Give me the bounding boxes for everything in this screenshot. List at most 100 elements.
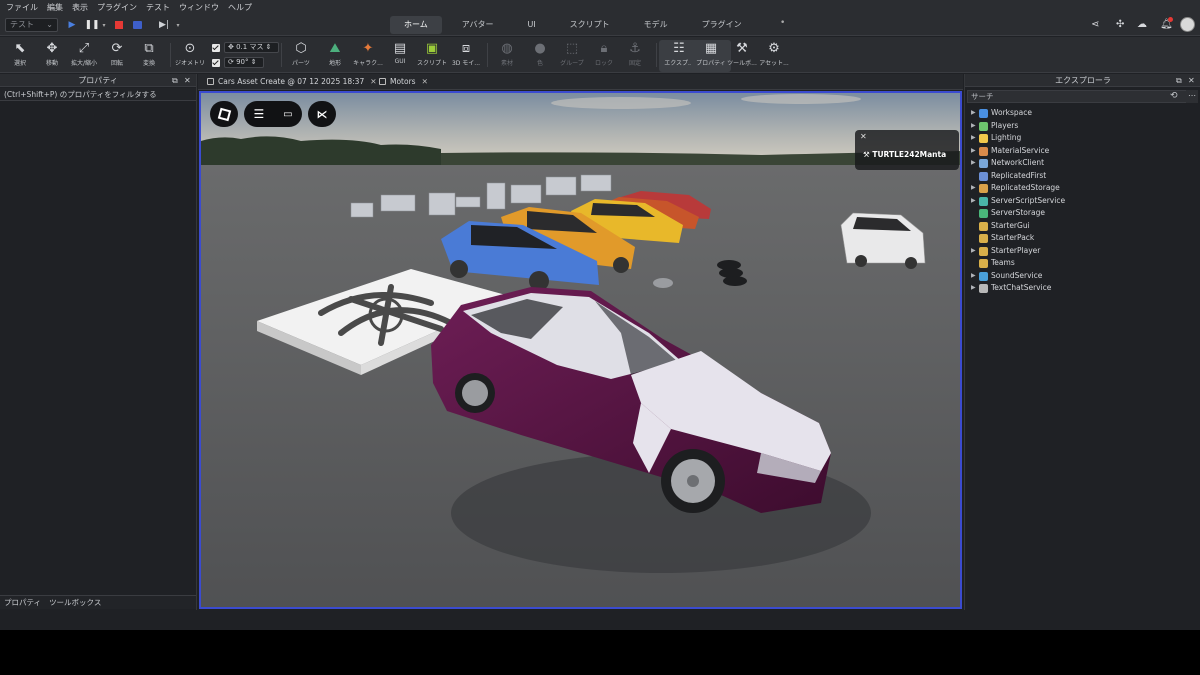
tab-toolbox[interactable]: ツールボックス [45, 596, 105, 609]
expand-arrow-icon[interactable]: ▶ [971, 282, 976, 295]
rotate-snap-value: 90° [236, 58, 249, 66]
tree-item-label: Workspace [991, 108, 1032, 117]
stop-icon[interactable] [113, 19, 125, 31]
geometry-icon: ⊙ [184, 41, 196, 56]
asset-icon: ⚙ [768, 41, 780, 56]
step-icon[interactable]: ▶| [158, 19, 170, 31]
notification-badge [1168, 17, 1173, 22]
menu-chat-buttons: ☰ ▭ [244, 101, 302, 127]
hamburger-icon[interactable]: ☰ [253, 107, 264, 121]
menu-test[interactable]: テスト [146, 2, 170, 13]
close-icon[interactable]: ✕ [860, 132, 867, 141]
tab-script[interactable]: スクリプト [556, 16, 624, 34]
popout-icon[interactable]: ⧉ [1176, 74, 1182, 87]
voice-button[interactable]: ⋉ [308, 101, 336, 127]
tree-item-serverstorage[interactable]: ServerStorage [965, 207, 1200, 220]
expand-arrow-icon[interactable]: ▶ [971, 182, 976, 195]
cloud-icon[interactable]: ☁ [1137, 19, 1147, 30]
menu-file[interactable]: ファイル [6, 2, 38, 13]
expand-arrow-icon[interactable]: ▶ [971, 120, 976, 133]
tree-item-startergui[interactable]: StarterGui [965, 220, 1200, 233]
tab-avatar[interactable]: アバター [448, 16, 508, 34]
play-icon[interactable]: ▶ [66, 19, 78, 31]
rotate-snap-checkbox[interactable] [212, 58, 220, 67]
tree-item-label: ServerStorage [991, 208, 1045, 217]
tab-model[interactable]: モデル [630, 16, 682, 34]
move-snap-value: 0.1 マス [236, 43, 264, 51]
anchor-button[interactable]: ⚓︎ 固定 [615, 40, 655, 72]
tree-item-textchatservice[interactable]: ▶ TextChatService [965, 282, 1200, 295]
3d-model-button[interactable]: ⧈ 3D モイ... [446, 40, 486, 72]
tree-item-serverscriptservice[interactable]: ▶ ServerScriptService [965, 195, 1200, 208]
tab-home[interactable]: ホーム [390, 16, 442, 34]
history-icon[interactable]: ⟲ [1170, 91, 1178, 101]
close-icon[interactable]: ✕ [422, 77, 428, 86]
roblox-menu-button[interactable] [210, 101, 238, 127]
rotate-snap-field[interactable]: ⟳ 90° ⇕ [224, 57, 264, 68]
expand-arrow-icon[interactable]: ▶ [971, 107, 976, 120]
share-icon[interactable]: ⋖ [1091, 19, 1099, 30]
menu-window[interactable]: ウィンドウ [179, 2, 219, 13]
expand-arrow-icon[interactable]: ▶ [971, 157, 976, 170]
service-icon [979, 221, 988, 231]
collaborate-icon[interactable]: ✣ [1116, 19, 1124, 30]
script-icon [379, 78, 386, 85]
tree-item-workspace[interactable]: ▶ Workspace [965, 107, 1200, 120]
menu-view[interactable]: 表示 [72, 2, 88, 13]
avatar[interactable] [1180, 17, 1195, 32]
close-icon[interactable]: ✕ [184, 74, 191, 87]
tree-item-starterpack[interactable]: StarterPack [965, 232, 1200, 245]
rotate-snap-control[interactable]: ⟳ 90° ⇕ [212, 57, 264, 68]
chat-icon[interactable]: ▭ [283, 109, 292, 120]
tree-item-starterplayer[interactable]: ▶ StarterPlayer [965, 245, 1200, 258]
chevron-down-icon[interactable]: ▾ [98, 19, 110, 31]
service-icon [979, 234, 988, 243]
tree-item-materialservice[interactable]: ▶ MaterialService [965, 145, 1200, 158]
add-tab-icon[interactable]: • [780, 18, 785, 28]
doc-tab-motors[interactable]: Motors ✕ [376, 74, 428, 90]
test-mode-select[interactable]: テスト ⌄ [5, 18, 58, 32]
move-snap-checkbox[interactable] [212, 43, 220, 52]
expand-arrow-icon[interactable]: ▶ [971, 270, 976, 283]
popout-icon[interactable]: ⧉ [172, 74, 178, 87]
transform-tool-button[interactable]: ⧉ 変換 [129, 40, 169, 72]
service-icon [979, 171, 988, 181]
expand-arrow-icon[interactable]: ▶ [971, 195, 976, 208]
doc-tab-place[interactable]: Cars Asset Create @ 07 12 2025 18:37 ✕ [204, 74, 377, 90]
tree-item-replicatedfirst[interactable]: ReplicatedFirst [965, 170, 1200, 183]
chevron-down-icon[interactable]: ▾ [172, 19, 184, 31]
tab-ui[interactable]: UI [513, 16, 549, 34]
move-snap-field[interactable]: ✥ 0.1 マス ⇕ [224, 42, 279, 53]
tree-item-label: ServerScriptService [991, 195, 1066, 205]
geometry-label: ジオメトリ [174, 60, 205, 67]
tab-properties[interactable]: プロパティ [0, 596, 45, 609]
3d-viewport[interactable]: ☰ ▭ ⋉ ✕ ⚒ TURTLE242Manta [199, 91, 962, 609]
service-icon [979, 109, 988, 118]
explorer-search-input[interactable]: サーチ [967, 90, 1187, 103]
menu-edit[interactable]: 編集 [47, 2, 63, 13]
3d-model-label: 3D モイ... [451, 60, 481, 67]
player-name[interactable]: ⚒ TURTLE242Manta [863, 150, 946, 159]
tree-item-networkclient[interactable]: ▶ NetworkClient [965, 157, 1200, 170]
menu-plugins[interactable]: プラグイン [97, 2, 137, 13]
expand-arrow-icon[interactable]: ▶ [971, 245, 976, 258]
tree-item-lighting[interactable]: ▶ Lighting [965, 132, 1200, 145]
tree-item-soundservice[interactable]: ▶ SoundService [965, 270, 1200, 283]
close-icon[interactable]: ✕ [1188, 74, 1195, 87]
tree-item-players[interactable]: ▶ Players [965, 120, 1200, 133]
menu-help[interactable]: ヘルプ [228, 2, 252, 13]
tree-item-teams[interactable]: Teams [965, 257, 1200, 270]
properties-filter-input[interactable]: (Ctrl+Shift+P) のプロパティをフィルタする [0, 88, 196, 101]
pause-icon[interactable]: ❚❚ [84, 19, 99, 31]
expand-arrow-icon[interactable]: ▶ [971, 145, 976, 158]
menu-bar: ファイル 編集 表示 プラグイン テスト ウィンドウ ヘルプ [0, 0, 1200, 14]
tab-plugins[interactable]: プラグイン [688, 16, 756, 34]
move-snap-control[interactable]: ✥ 0.1 マス ⇕ [212, 42, 279, 53]
tree-item-replicatedstorage[interactable]: ▶ ReplicatedStorage [965, 182, 1200, 195]
more-icon[interactable]: ⋯ [1186, 90, 1198, 103]
client-server-icon[interactable] [131, 19, 143, 31]
asset-manager-button[interactable]: ⚙ アセット... [754, 40, 794, 72]
geometry-button[interactable]: ⊙ ジオメトリ [170, 40, 210, 72]
expand-arrow-icon[interactable]: ▶ [971, 132, 976, 145]
test-mode-label: テスト [10, 20, 34, 29]
